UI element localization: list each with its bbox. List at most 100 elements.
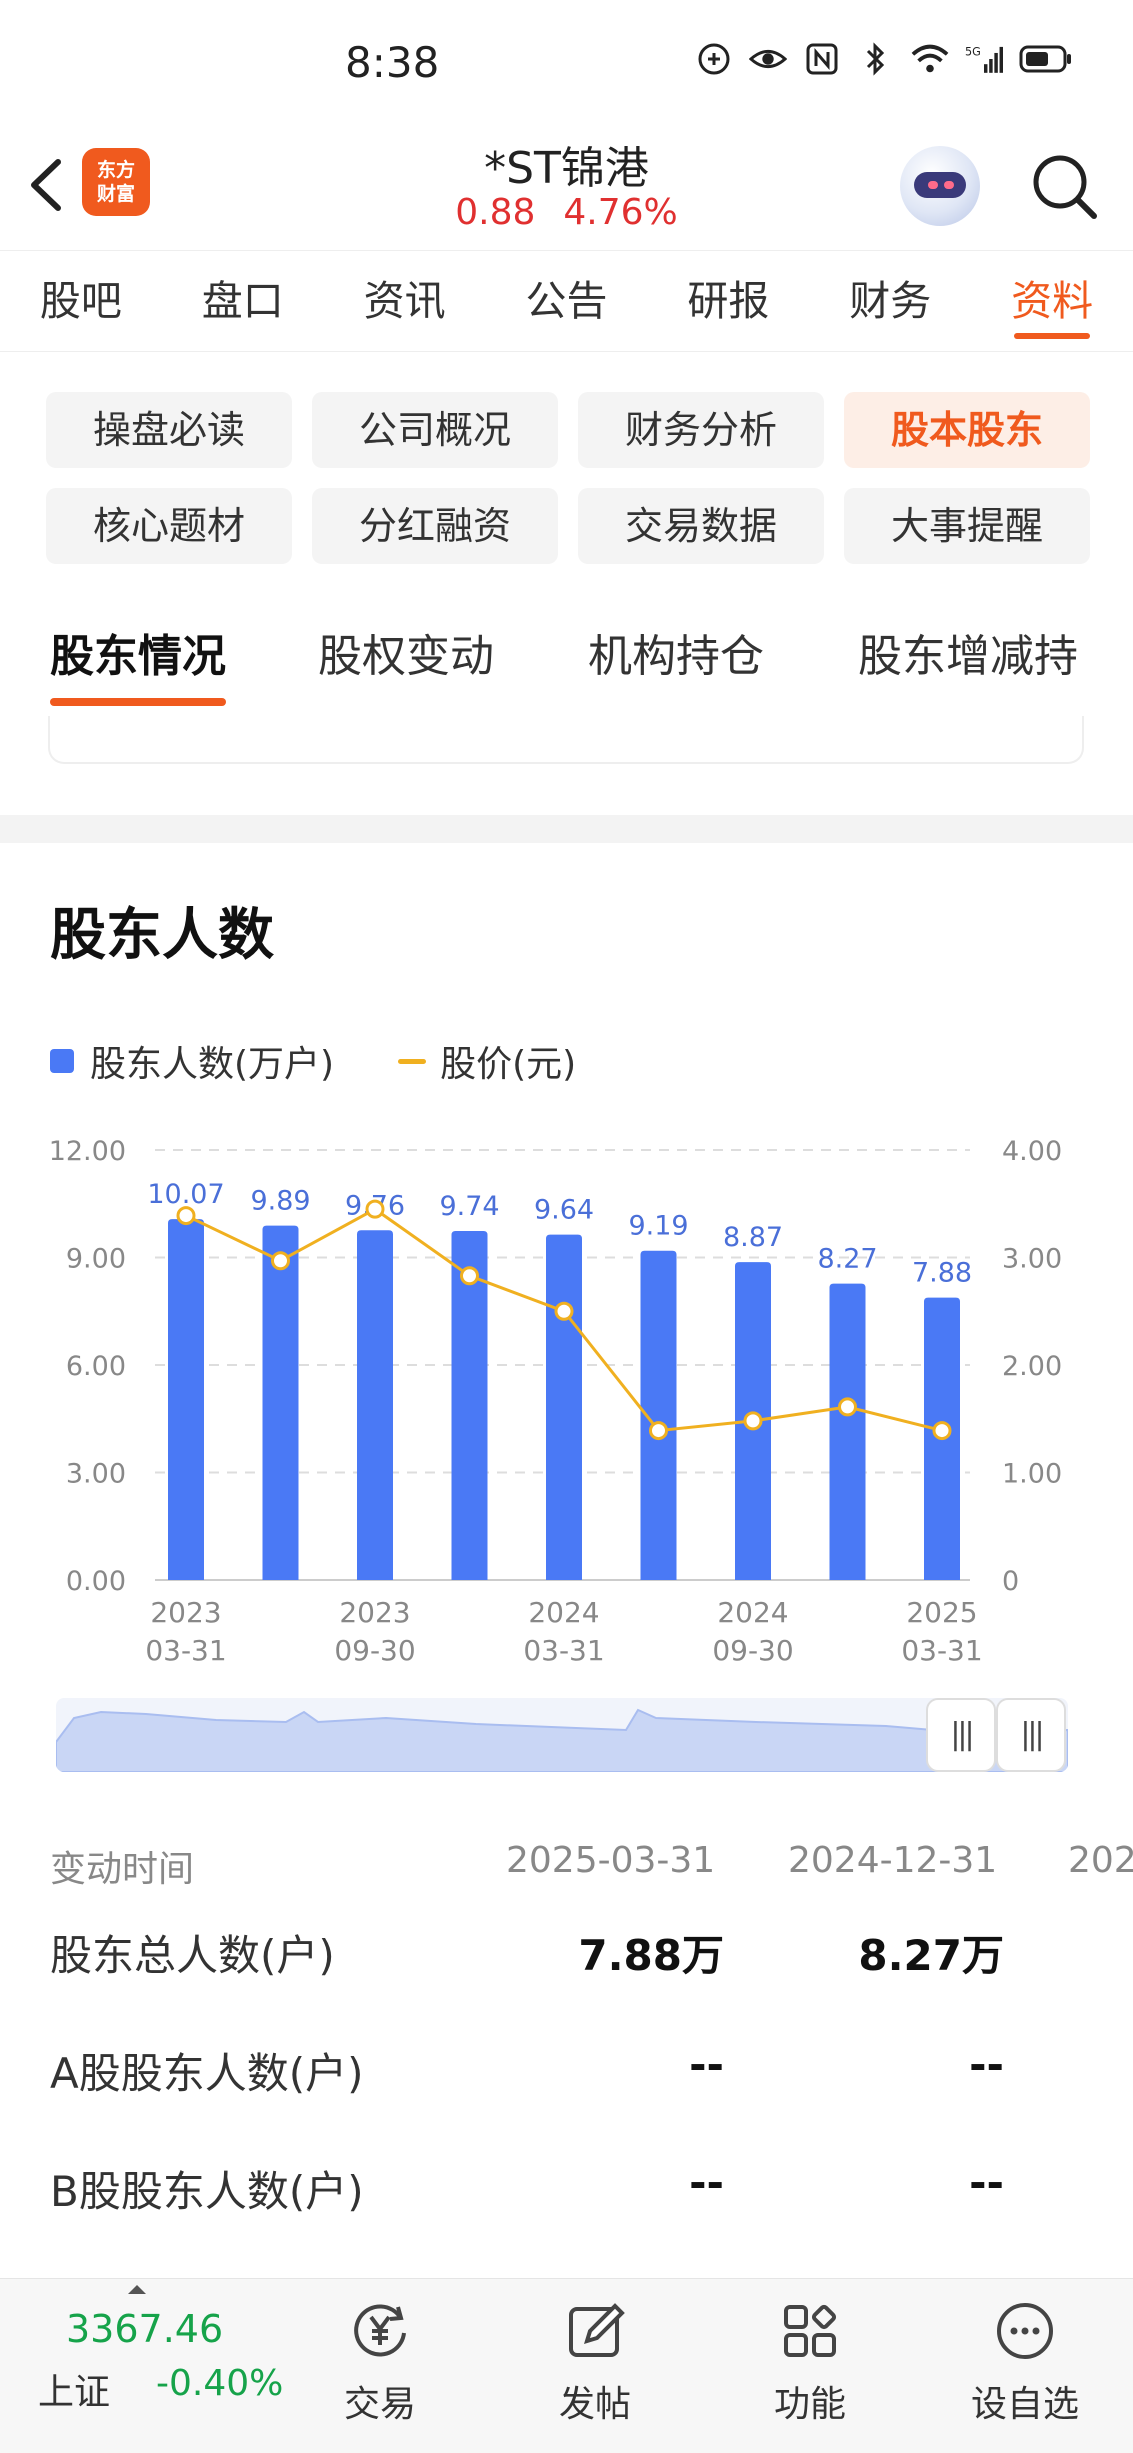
bar-data-label: 9.19 [628,1211,688,1242]
x-axis-tick-label: 03-31 [523,1634,604,1667]
trade-button[interactable]: 交易 [310,2299,450,2427]
more-dots-icon [997,2303,1053,2359]
price-point [460,1266,479,1286]
table-cell: 7.88万 [578,1931,724,1980]
tab-news[interactable]: 资讯 [324,251,486,351]
tab-shareholder-info[interactable]: 股东情况 [50,612,226,706]
stock-price: 0.88 [455,192,536,233]
chip-trading-data[interactable]: 交易数据 [578,488,824,564]
tab-guba[interactable]: 股吧 [0,251,162,351]
bar-data-label: 8.27 [817,1244,877,1275]
bar [357,1230,393,1580]
right-axis-tick-label: 0 [1002,1566,1019,1597]
ai-assistant-avatar[interactable] [900,146,980,226]
x-axis-tick-label: 2025 [906,1596,977,1629]
nfc-icon [803,40,841,78]
main-tab-bar: 股吧 盘口 资讯 公告 研报 财务 资料 [0,250,1133,352]
x-axis-tick-label: 2023 [150,1596,221,1629]
legend-line-swatch [398,1058,427,1064]
left-axis-tick-label: 0.00 [66,1566,126,1597]
chip-trading-essentials[interactable]: 操盘必读 [46,392,292,468]
robot-eye-left [928,181,938,189]
chip-dividends-financing[interactable]: 分红融资 [312,488,558,564]
scrubber-handle-left[interactable]: ||| [926,1698,996,1772]
bar-data-label: 10.07 [147,1179,224,1210]
expand-caret-icon[interactable] [128,2285,146,2294]
bar-data-label: 9.89 [250,1186,310,1217]
section-divider [0,815,1133,843]
search-button[interactable] [1028,150,1100,222]
price-point [649,1421,668,1441]
table-cell: -- [689,2040,724,2089]
x-axis-tick-label: 03-31 [145,1634,226,1667]
index-value: 3367.46 [66,2307,224,2351]
row-label-b-share-holders: B股股东人数(户) [50,2167,364,2216]
section-title: 股东人数 [50,903,274,968]
yuan-coin-icon [354,2304,406,2357]
sub-category-chips: 操盘必读 公司概况 财务分析 股本股东 核心题材 分红融资 交易数据 大事提醒 [46,392,1090,564]
signal-5g-icon: 5G [965,40,1003,78]
price-point [554,1301,574,1321]
add-watchlist-button[interactable]: 设自选 [955,2299,1095,2427]
stock-change-pct: 4.76% [563,192,678,233]
tab-research[interactable]: 研报 [647,251,809,351]
bar-data-label: 8.87 [723,1222,783,1253]
bar-data-label: 9.64 [534,1195,594,1226]
bottom-toolbar: 3367.46 上证 -0.40% 交易 发帖 功能 设自选 [0,2278,1133,2453]
bar [262,1225,299,1580]
price-point [176,1206,196,1226]
tab-finance[interactable]: 财务 [809,251,971,351]
chip-company-overview[interactable]: 公司概况 [312,392,558,468]
price-point [365,1199,385,1219]
right-axis-tick-label: 2.00 [1002,1351,1062,1382]
status-time: 8:38 [345,38,440,87]
chip-financial-analysis[interactable]: 财务分析 [578,392,824,468]
price-point [932,1421,952,1441]
trade-label: 交易 [343,2384,416,2425]
functions-button[interactable]: 功能 [740,2299,880,2427]
x-axis-tick-label: 2024 [528,1596,599,1629]
index-name: 上证 [38,2372,111,2413]
right-axis-tick-label: 3.00 [1002,1244,1062,1275]
chart-range-scrubber[interactable] [56,1698,1068,1772]
robot-visor [914,172,966,198]
scrubber-handle-right[interactable]: ||| [996,1698,1066,1772]
tab-announcements[interactable]: 公告 [486,251,648,351]
price-point [271,1251,290,1271]
price-point [838,1397,857,1417]
search-icon [1033,155,1097,219]
robot-eye-right [944,181,954,189]
bar [829,1283,866,1580]
row-label-a-share-holders: A股股东人数(户) [50,2049,364,2098]
left-axis-tick-label: 3.00 [66,1459,126,1490]
tab-pankou[interactable]: 盘口 [162,251,324,351]
svg-text:5G: 5G [965,46,981,59]
right-axis-tick-label: 1.00 [1002,1459,1062,1490]
battery-icon [1019,40,1073,78]
chip-shareholders[interactable]: 股本股东 [844,392,1090,468]
index-change: -0.40% [156,2363,284,2404]
chip-core-themes[interactable]: 核心题材 [46,488,292,564]
post-label: 发帖 [558,2384,631,2425]
left-axis-tick-label: 9.00 [66,1244,126,1275]
legend-line-label: 股价(元) [440,1044,577,1085]
grid-apps-icon [784,2304,837,2357]
tab-shareholder-changes[interactable]: 股东增减持 [858,612,1078,702]
right-axis-tick-label: 4.00 [1002,1136,1062,1167]
table-column-date: 2024-12-31 [788,1840,998,1881]
post-button[interactable]: 发帖 [525,2299,665,2427]
x-axis-tick-label: 03-31 [901,1634,982,1667]
bar-data-label: 9.74 [439,1191,499,1222]
table-cell: 8.27万 [858,1931,1004,1980]
tab-profile[interactable]: 资料 [971,251,1133,351]
left-axis-tick-label: 12.00 [49,1136,126,1167]
chip-event-reminders[interactable]: 大事提醒 [844,488,1090,564]
functions-label: 功能 [773,2384,846,2425]
tab-institutional-holdings[interactable]: 机构持仓 [588,612,764,702]
wifi-icon [911,40,949,78]
bar [546,1234,582,1580]
row-label-total-holders: 股东总人数(户) [50,1931,335,1980]
x-axis-tick-label: 09-30 [712,1634,793,1667]
table-column-date: 202 [1068,1840,1133,1881]
tab-equity-changes[interactable]: 股权变动 [318,612,494,702]
